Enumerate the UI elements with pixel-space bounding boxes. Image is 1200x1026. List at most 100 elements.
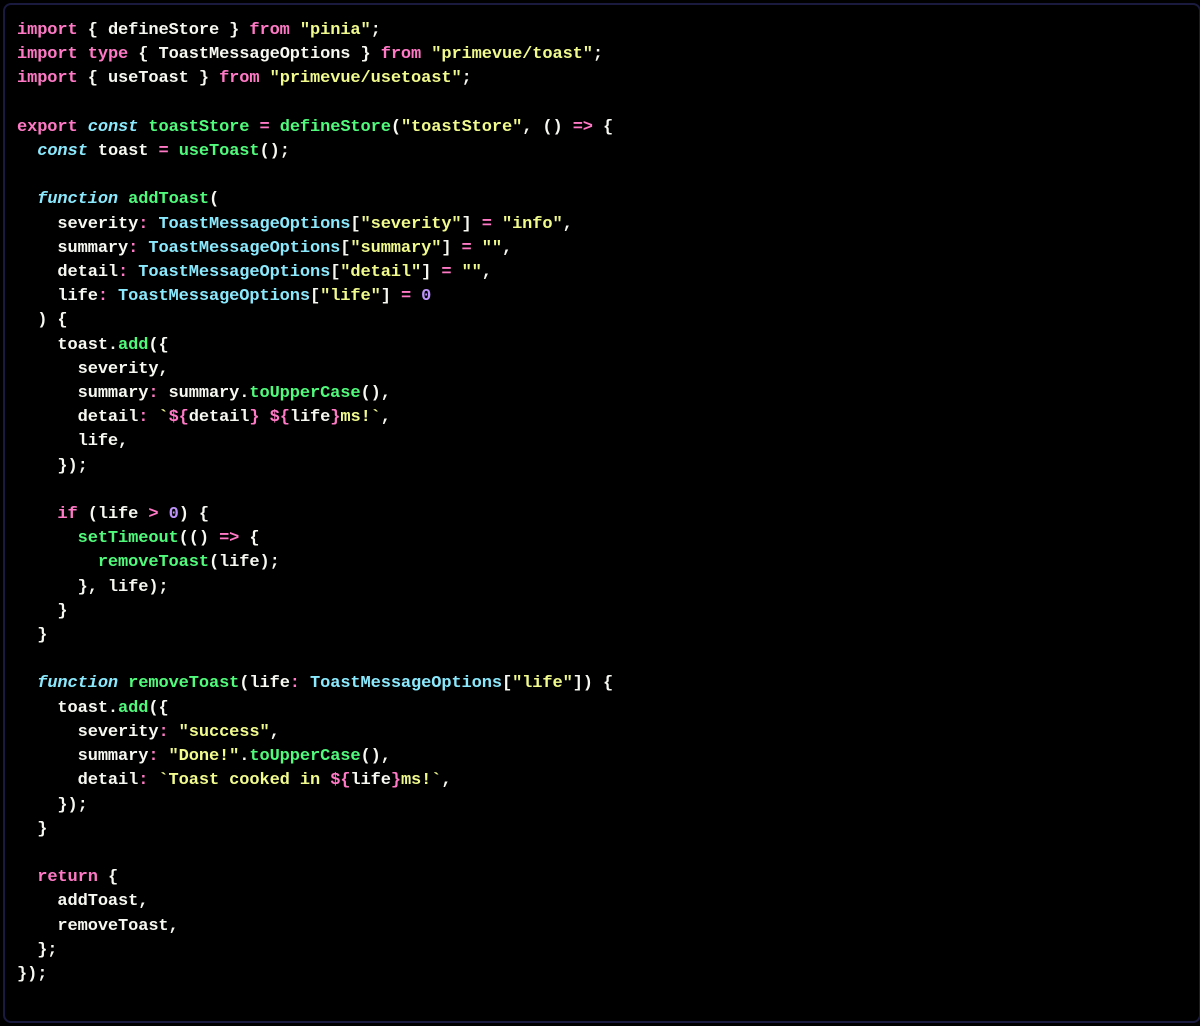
code-token (88, 142, 98, 161)
code-token: : (138, 771, 148, 790)
code-token: . (239, 747, 249, 766)
code-token: : (290, 674, 300, 693)
code-token: [ (330, 263, 340, 282)
code-token: }; (17, 941, 57, 960)
code-token: , (482, 263, 492, 282)
code-token: removeToast, (17, 917, 179, 936)
code-token: "life" (320, 287, 381, 306)
code-token: [ (310, 287, 320, 306)
code-token: "success" (179, 723, 270, 742)
code-token: ) { (17, 311, 68, 330)
code-token: const (88, 118, 139, 137)
code-token: = (401, 287, 411, 306)
code-token: "toastStore" (401, 118, 522, 137)
code-token: } (350, 45, 380, 64)
code-token: from (249, 21, 289, 40)
code-token: } (330, 408, 340, 427)
code-token: { (78, 21, 108, 40)
code-token: import (17, 69, 78, 88)
code-token: , (502, 239, 512, 258)
code-token: ${ (169, 408, 189, 427)
code-line: life, (17, 432, 128, 451)
code-token (260, 408, 270, 427)
code-token: severity, (17, 360, 169, 379)
code-block: import { defineStore } from "pinia"; imp… (17, 19, 1187, 987)
code-token: "pinia" (300, 21, 371, 40)
code-line: function removeToast(life: ToastMessageO… (17, 674, 613, 693)
code-token: ({ (148, 336, 168, 355)
code-line: removeToast(life); (17, 553, 280, 572)
code-line: return { (17, 868, 118, 887)
code-token: detail (17, 771, 138, 790)
code-token: }, life); (17, 578, 169, 597)
code-token: return (37, 868, 98, 887)
code-token: (), (361, 747, 391, 766)
code-token: }); (17, 796, 88, 815)
code-line: }); (17, 965, 47, 984)
code-token: ToastMessageOptions (158, 215, 350, 234)
code-token (17, 529, 78, 548)
code-token: , (563, 215, 573, 234)
code-token: ` (158, 408, 168, 427)
code-line: toast.add({ (17, 699, 169, 718)
code-token: ms!` (340, 408, 380, 427)
code-token: toast. (17, 336, 118, 355)
code-token: ToastMessageOptions (158, 45, 350, 64)
code-token: toUpperCase (249, 384, 360, 403)
code-line: const toast = useToast(); (17, 142, 290, 161)
code-token: ] (421, 263, 441, 282)
code-token: "Done!" (169, 747, 240, 766)
code-token: = (260, 118, 270, 137)
code-token: add (118, 699, 148, 718)
code-token: : (128, 239, 138, 258)
code-editor[interactable]: import { defineStore } from "pinia"; imp… (3, 3, 1200, 1023)
code-token: severity (17, 723, 158, 742)
code-token: }); (17, 457, 88, 476)
code-token: : (138, 408, 148, 427)
code-token (108, 287, 118, 306)
code-token: summary (17, 239, 128, 258)
code-token: ToastMessageOptions (138, 263, 330, 282)
code-token (78, 45, 88, 64)
code-token: function (37, 674, 118, 693)
code-token (78, 118, 88, 137)
code-line: import type { ToastMessageOptions } from… (17, 45, 603, 64)
code-line: }); (17, 457, 88, 476)
code-token: toastStore (148, 118, 249, 137)
code-token: ] (381, 287, 401, 306)
code-token: } (189, 69, 219, 88)
code-token: (life); (209, 553, 280, 572)
code-token: } (219, 21, 249, 40)
code-token: export (17, 118, 78, 137)
code-token: const (37, 142, 88, 161)
code-token: = (441, 263, 451, 282)
code-token: { (98, 868, 118, 887)
code-token (148, 215, 158, 234)
code-token: useToast (179, 142, 260, 161)
code-token: addToast (128, 190, 209, 209)
code-token: [ (502, 674, 512, 693)
code-token (270, 118, 280, 137)
code-token: defineStore (280, 118, 391, 137)
code-token (158, 505, 168, 524)
code-token: ; (593, 45, 603, 64)
code-line: function addToast( (17, 190, 219, 209)
code-token (17, 868, 37, 887)
code-line: } (17, 602, 68, 621)
code-token: : (148, 384, 158, 403)
code-token: [ (350, 215, 360, 234)
code-token: "info" (502, 215, 563, 234)
code-line: }; (17, 941, 57, 960)
code-token: : (148, 747, 158, 766)
code-token: }); (17, 965, 47, 984)
code-token: ToastMessageOptions (148, 239, 340, 258)
code-token (17, 505, 57, 524)
code-token: ${ (330, 771, 350, 790)
code-token: ms!` (401, 771, 441, 790)
code-line: life: ToastMessageOptions["life"] = 0 (17, 287, 431, 306)
code-token: ) { (179, 505, 209, 524)
code-token: import (17, 45, 78, 64)
code-token (260, 69, 270, 88)
code-token: } (391, 771, 401, 790)
code-token: "primevue/toast" (431, 45, 593, 64)
